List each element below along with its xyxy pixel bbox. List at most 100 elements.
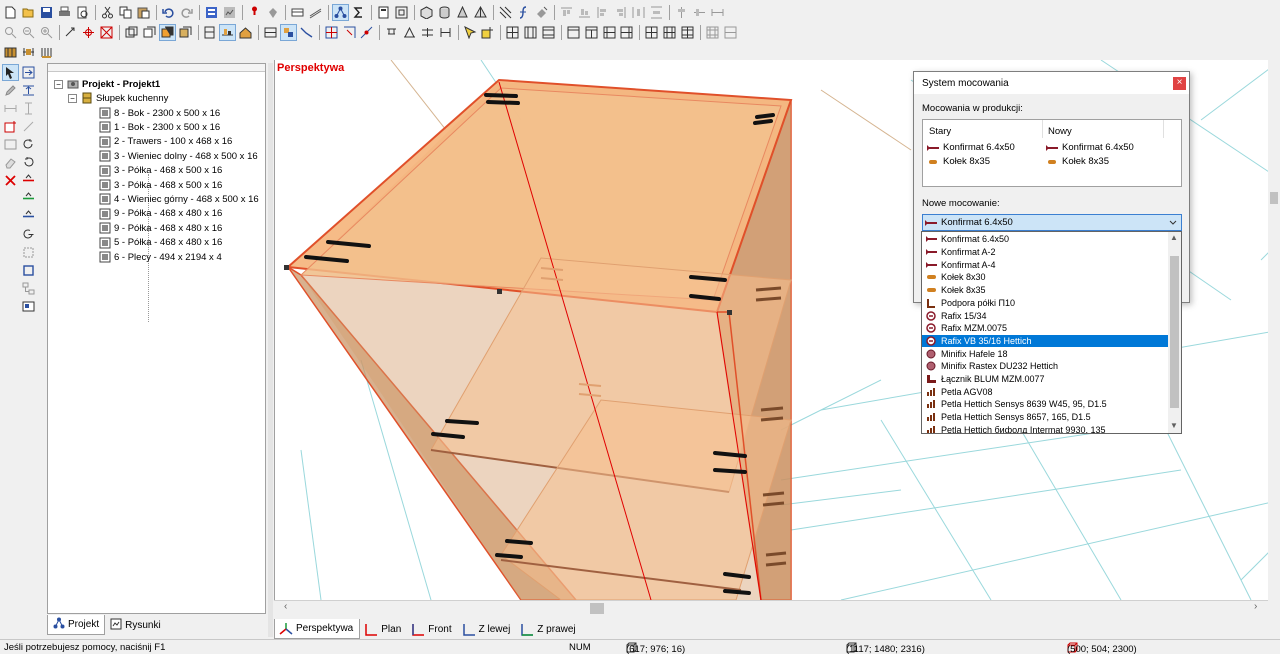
tile-9-icon[interactable] — [722, 24, 739, 41]
scroll-thumb[interactable] — [590, 603, 604, 614]
tree-item[interactable]: 9 - Półka - 468 x 480 x 16 — [98, 207, 222, 221]
delete-icon[interactable] — [2, 172, 19, 189]
collapse-toggle[interactable]: − — [68, 93, 77, 103]
sum-icon[interactable] — [350, 4, 367, 21]
tree-item[interactable]: 6 - Plecy - 494 x 2194 x 4 — [98, 250, 222, 264]
zoom-all-icon[interactable] — [2, 24, 19, 41]
height-icon[interactable] — [20, 100, 37, 117]
tree-item[interactable]: 4 - Wieniec górny - 468 x 500 x 16 — [98, 192, 259, 206]
dropdown-option[interactable]: Podpora półki П10 — [922, 297, 1168, 310]
split-grid-icon[interactable] — [540, 24, 557, 41]
structure-icon[interactable] — [332, 3, 349, 21]
redo-icon[interactable] — [178, 4, 195, 21]
flip-red-icon[interactable] — [20, 172, 37, 189]
split-h-icon[interactable] — [504, 24, 521, 41]
snap-grid-icon[interactable] — [20, 244, 37, 261]
align-left-icon[interactable] — [594, 4, 611, 21]
snap-edge-icon[interactable] — [341, 24, 358, 41]
new-fastening-select[interactable]: Konfirmat 6.4x50 — [922, 214, 1182, 231]
edging-icon[interactable] — [38, 44, 55, 61]
scroll-thumb[interactable] — [1170, 256, 1179, 408]
catalog-icon[interactable] — [20, 298, 37, 315]
textured-icon[interactable] — [177, 24, 194, 41]
tile-4-icon[interactable] — [619, 24, 636, 41]
width-icon[interactable] — [709, 4, 726, 21]
dimension-icon[interactable] — [2, 100, 19, 117]
paint-icon[interactable] — [533, 4, 550, 21]
drill-icon[interactable] — [383, 24, 400, 41]
save-icon[interactable] — [38, 4, 55, 21]
dropdown-option[interactable]: Rafix VB 35/16 Hettich — [922, 334, 1168, 348]
vertical-scrollbar[interactable] — [1268, 60, 1280, 615]
scroll-left-icon[interactable]: ‹ — [284, 601, 287, 612]
crosshair-icon[interactable] — [98, 24, 115, 41]
tree-item[interactable]: 5 - Półka - 468 x 480 x 16 — [98, 236, 222, 250]
house-icon[interactable] — [237, 24, 254, 41]
dropdown-option[interactable]: Konfirmat 6.4x50 — [922, 233, 1168, 246]
table-row-1-old[interactable]: Konfirmat 6.4x50 — [927, 142, 1015, 153]
cabinet-icon[interactable] — [202, 24, 219, 41]
chevron-up-icon[interactable]: ▲ — [1170, 233, 1178, 242]
shaded-icon[interactable] — [158, 23, 176, 41]
dropdown-option[interactable]: Rafix MZM.0075 — [922, 322, 1168, 335]
eraser-icon[interactable] — [2, 154, 19, 171]
select-arrow-icon[interactable] — [2, 64, 19, 81]
dropdown-option[interactable]: Konfirmat A-4 — [922, 258, 1168, 271]
tree-item[interactable]: 3 - Półka - 468 x 500 x 16 — [98, 164, 222, 178]
distribute-h-icon[interactable] — [630, 4, 647, 21]
material-icon[interactable] — [2, 44, 19, 61]
function-icon[interactable] — [515, 4, 532, 21]
cabinet-model[interactable] — [284, 78, 793, 600]
tree-item[interactable]: 8 - Bok - 2300 x 500 x 16 — [98, 106, 220, 120]
tree-item[interactable]: 3 - Wieniec dolny - 468 x 500 x 16 — [98, 149, 258, 163]
tab-plan[interactable]: Plan — [360, 619, 407, 639]
undo-icon[interactable] — [160, 4, 177, 21]
tile-6-icon[interactable] — [661, 24, 678, 41]
dropdown-option[interactable]: Minifix Rastex DU232 Hettich — [922, 360, 1168, 373]
slide-icon[interactable] — [419, 24, 436, 41]
measure-icon[interactable] — [307, 4, 324, 21]
table-row-2-old[interactable]: Kołek 8x35 — [927, 156, 990, 167]
dropdown-option[interactable]: Petla Hettich Sensys 8657, 165, D1.5 — [922, 411, 1168, 424]
dropdown-option[interactable]: Petla Hettich бифолд Intermat 9930, 135 — [922, 424, 1168, 433]
tile-3-icon[interactable] — [601, 24, 618, 41]
align-bottom-icon[interactable] — [576, 4, 593, 21]
print-preview-icon[interactable] — [74, 4, 91, 21]
hierarchy-icon[interactable] — [20, 280, 37, 297]
tile-8-icon[interactable] — [704, 24, 721, 41]
calculator-icon[interactable] — [375, 4, 392, 21]
rotate-ccw-icon[interactable] — [20, 154, 37, 171]
rotate-cw-icon[interactable] — [20, 136, 37, 153]
rotate-axis-icon[interactable] — [20, 226, 37, 243]
tile-1-icon[interactable] — [565, 24, 582, 41]
center-h-icon[interactable] — [673, 4, 690, 21]
dropdown-option[interactable]: Konfirmat A-2 — [922, 246, 1168, 259]
tree-item[interactable]: 2 - Trawers - 100 x 468 x 16 — [98, 135, 232, 149]
center-v-icon[interactable] — [691, 4, 708, 21]
dropdown-option[interactable]: Rafix 15/34 — [922, 309, 1168, 322]
tree-group[interactable]: − Słupek kuchenny — [68, 91, 168, 105]
hinge-icon[interactable] — [401, 24, 418, 41]
tile-5-icon[interactable] — [643, 24, 660, 41]
collapse-toggle[interactable]: − — [54, 79, 63, 89]
tile-7-icon[interactable] — [679, 24, 696, 41]
tree-item[interactable]: 1 - Bok - 2300 x 500 x 16 — [98, 120, 220, 134]
panel-icon[interactable] — [289, 4, 306, 21]
tree-root[interactable]: − Projekt - Projekt1 — [54, 77, 160, 91]
hand-icon[interactable] — [264, 4, 281, 21]
group-icon[interactable] — [280, 23, 297, 41]
dropdown-option[interactable]: Kołek 8x35 — [922, 284, 1168, 297]
dropdown-option[interactable]: Łącznik BLUM MZM.0077 — [922, 373, 1168, 386]
tab-perspective[interactable]: Perspektywa — [274, 619, 361, 639]
frame-icon[interactable] — [393, 4, 410, 21]
tab-right[interactable]: Z prawej — [516, 619, 581, 639]
tab-project[interactable]: Projekt — [47, 615, 106, 635]
move-icon[interactable] — [20, 64, 37, 81]
snap-point-icon[interactable] — [323, 24, 340, 41]
scroll-thumb[interactable] — [1270, 192, 1278, 204]
flip-green-icon[interactable] — [20, 190, 37, 207]
align-right-icon[interactable] — [612, 4, 629, 21]
table-row-2-new[interactable]: Kołek 8x35 — [1046, 156, 1109, 167]
report-icon[interactable] — [221, 4, 238, 21]
dropdown-option[interactable]: Petla AGV08 — [922, 385, 1168, 398]
